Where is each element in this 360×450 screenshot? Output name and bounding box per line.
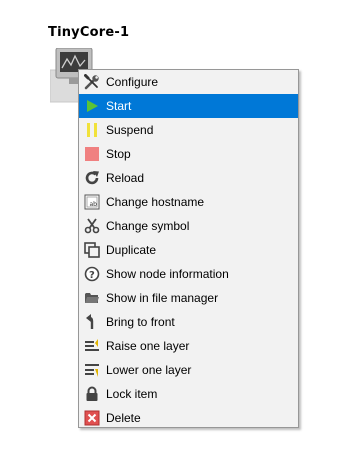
reload-icon [85,171,99,185]
menu-item-label: Start [106,99,132,113]
menu-item-label: Change hostname [106,195,205,209]
bring-front-icon [86,314,94,329]
svg-text:?: ? [89,270,95,281]
menu-item-label: Suspend [106,123,154,137]
menu-item-label: Show node information [106,267,229,281]
menu-item-show-node-information[interactable]: ? Show node information [79,262,298,286]
menu-item-delete[interactable]: Delete [79,406,298,430]
menu-item-change-symbol[interactable]: Change symbol [79,214,298,238]
delete-icon [84,410,100,426]
folder-icon [85,293,99,303]
menu-item-lower-one-layer[interactable]: Lower one layer [79,358,298,382]
menu-item-suspend[interactable]: Suspend [79,118,298,142]
menu-item-label: Reload [106,171,145,185]
menu-item-show-in-file-manager[interactable]: Show in file manager [79,286,298,310]
menu-item-label: Delete [106,411,141,425]
question-icon: ? [84,266,100,282]
menu-item-configure[interactable]: Configure [79,70,298,94]
lower-layer-icon [85,364,99,377]
menu-item-label: Duplicate [106,243,157,257]
menu-item-label: Stop [106,147,131,161]
pause-icon [87,123,97,137]
menu-item-stop[interactable]: Stop [79,142,298,166]
menu-item-lock-item[interactable]: Lock item [79,382,298,406]
scissors-icon [84,218,100,234]
hostname-icon: ab [84,194,100,210]
menu-item-label: Lock item [106,387,158,401]
duplicate-icon [84,242,100,258]
menu-item-label: Change symbol [106,219,190,233]
menu-item-label: Configure [106,75,159,89]
node-title: TinyCore-1 [48,25,130,40]
play-icon [87,100,98,112]
menu-item-raise-one-layer[interactable]: Raise one layer [79,334,298,358]
svg-text:ab: ab [90,201,98,208]
menu-item-label: Bring to front [106,315,175,329]
menu-item-label: Lower one layer [106,363,192,377]
menu-item-bring-to-front[interactable]: Bring to front [79,310,298,334]
menu-item-duplicate[interactable]: Duplicate [79,238,298,262]
context-menu: Configure Start Suspend Stop Reload ab C… [78,69,299,428]
menu-item-start[interactable]: Start [79,94,298,118]
lock-icon [86,386,98,401]
menu-item-label: Show in file manager [106,291,219,305]
raise-layer-icon [85,339,99,351]
wrench-screwdriver-icon [84,74,99,90]
menu-item-reload[interactable]: Reload [79,166,298,190]
menu-item-change-hostname[interactable]: ab Change hostname [79,190,298,214]
stop-icon [85,147,99,161]
menu-item-label: Raise one layer [106,339,190,353]
